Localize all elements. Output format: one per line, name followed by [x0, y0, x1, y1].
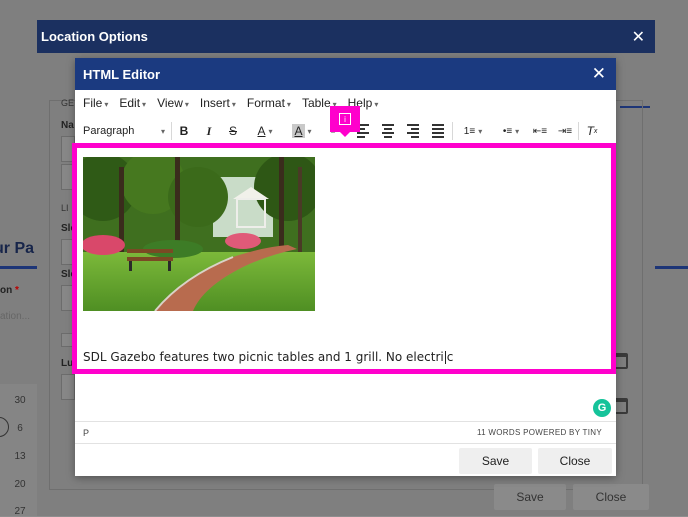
align-justify-icon[interactable] [429, 120, 447, 142]
outdent-icon[interactable]: ⇤≡ [531, 120, 549, 142]
chevron-down-icon: ▾ [160, 126, 165, 136]
highlight-badge: i [330, 106, 360, 132]
toolbar-divider [171, 122, 172, 140]
calendar-day[interactable]: 27 [0, 506, 40, 517]
location-close-button[interactable]: Close [573, 484, 649, 510]
toolbar-divider [578, 122, 579, 140]
menu-view[interactable]: View ▾ [157, 96, 189, 110]
element-path[interactable]: P [83, 428, 89, 438]
calendar-icon[interactable] [614, 398, 628, 414]
indent-icon[interactable]: ⇥≡ [556, 120, 574, 142]
location-save-button[interactable]: Save [494, 484, 566, 510]
bold-icon[interactable]: B [175, 120, 193, 142]
editor-footer: Save Close [75, 443, 616, 476]
section-label: LI [61, 203, 69, 213]
text-color-icon[interactable]: A ▾ [249, 120, 281, 142]
editor-save-button[interactable]: Save [459, 448, 532, 474]
location-dialog-header: Location Options ✕ [37, 20, 655, 53]
field-label: on * [0, 285, 19, 296]
highlight-frame [72, 143, 616, 374]
close-icon[interactable]: ✕ [592, 64, 606, 84]
align-center-icon[interactable] [379, 120, 397, 142]
editor-header: HTML Editor ✕ [75, 58, 616, 90]
menu-edit[interactable]: Edit ▾ [119, 96, 146, 110]
background-color-icon[interactable]: A ▾ [287, 120, 317, 142]
menu-insert[interactable]: Insert ▾ [200, 96, 236, 110]
menu-file[interactable]: File ▾ [83, 96, 108, 110]
location-dialog-title: Location Options [41, 29, 148, 44]
date-input[interactable] [61, 374, 75, 400]
calendar-day[interactable]: 6 [0, 423, 40, 434]
italic-icon[interactable]: I [200, 120, 218, 142]
block-format-select[interactable]: Paragraph ▾ [83, 120, 165, 142]
highlight-badge-pointer [339, 131, 351, 137]
close-icon[interactable]: ✕ [632, 27, 645, 47]
calendar-day[interactable]: 13 [0, 451, 40, 462]
page-heading: ur Pa [0, 240, 35, 257]
align-right-icon[interactable] [404, 120, 422, 142]
menu-format[interactable]: Format ▾ [247, 96, 291, 110]
numbered-list-icon[interactable]: 1≡ ▾ [457, 120, 489, 142]
section-label: GE [61, 98, 75, 108]
word-count-branding: 11 WORDS POWERED BY TINY [476, 428, 602, 437]
calendar-day[interactable]: 30 [0, 395, 40, 406]
calendar-day[interactable]: 20 [0, 479, 40, 490]
editor-close-button[interactable]: Close [538, 448, 612, 474]
editor-title: HTML Editor [83, 66, 161, 82]
heading-underline-right [655, 266, 688, 269]
clear-formatting-icon[interactable]: Tx [583, 120, 601, 142]
calendar-icon[interactable] [614, 353, 628, 369]
field-placeholder: ation... [0, 311, 31, 322]
field-label: Na [61, 120, 74, 131]
editor-statusbar: P 11 WORDS POWERED BY TINY [75, 421, 616, 443]
grammarly-icon[interactable]: G [593, 399, 611, 417]
heading-underline [0, 266, 40, 269]
strikethrough-icon[interactable]: S [224, 120, 242, 142]
toolbar-divider [452, 122, 453, 140]
bulleted-list-icon[interactable]: •≡ ▾ [495, 120, 527, 142]
info-icon: i [339, 113, 351, 125]
